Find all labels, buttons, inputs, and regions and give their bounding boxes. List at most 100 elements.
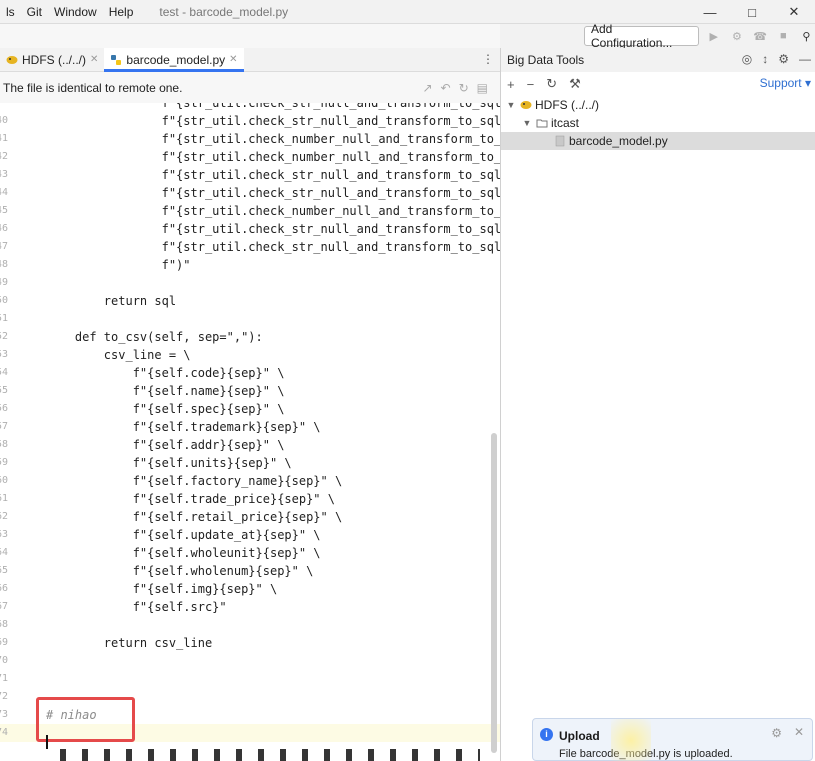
code-line[interactable]: 42 f"{str_util.check_number_null_and_tra… bbox=[0, 148, 500, 166]
code-line[interactable]: 58 f"{self.addr}{sep}" \ bbox=[0, 436, 500, 454]
tab-hdfs[interactable]: HDFS (../../) ✕ bbox=[0, 48, 104, 71]
wrench-icon[interactable]: ⚒ bbox=[569, 76, 581, 92]
code-line[interactable]: 46 f"{str_util.check_str_null_and_transf… bbox=[0, 220, 500, 238]
code-line[interactable]: 43 f"{str_util.check_str_null_and_transf… bbox=[0, 166, 500, 184]
close-window-button[interactable]: ✕ bbox=[773, 0, 815, 24]
close-tab-icon[interactable]: ✕ bbox=[90, 54, 98, 65]
code-line[interactable]: 48 f")" bbox=[0, 256, 500, 274]
code-text: f")" bbox=[46, 258, 191, 272]
tree-item-itcast[interactable]: ▼ itcast bbox=[501, 114, 815, 132]
code-line[interactable]: 55 f"{self.name}{sep}" \ bbox=[0, 382, 500, 400]
coverage-icon[interactable]: ☎ bbox=[752, 30, 769, 43]
gear-icon[interactable]: ⚙ bbox=[771, 726, 782, 740]
line-number: 53 bbox=[0, 349, 8, 360]
code-line[interactable]: 47 f"{str_util.check_str_null_and_transf… bbox=[0, 238, 500, 256]
line-number: 65 bbox=[0, 565, 8, 576]
collapse-icon[interactable]: ↕ bbox=[762, 52, 768, 66]
search-icon[interactable]: ⚲ bbox=[798, 30, 815, 43]
refresh-icon[interactable]: ↻ bbox=[459, 81, 469, 95]
code-text: f"{str_util.check_str_null_and_transform… bbox=[161, 168, 500, 182]
code-line[interactable]: 68 bbox=[0, 616, 500, 634]
line-number: 55 bbox=[0, 385, 8, 396]
code-line[interactable]: 41 f"{str_util.check_number_null_and_tra… bbox=[0, 130, 500, 148]
line-number: 59 bbox=[0, 457, 8, 468]
code-text: f"{self.addr}{sep}" \ bbox=[46, 438, 285, 452]
tab-label: barcode_model.py bbox=[126, 52, 226, 67]
code-line[interactable]: 62 f"{self.retail_price}{sep}" \ bbox=[0, 508, 500, 526]
bdt-title: Big Data Tools bbox=[507, 53, 585, 67]
code-line[interactable]: 56 f"{self.spec}{sep}" \ bbox=[0, 400, 500, 418]
revert-icon[interactable]: ↶ bbox=[441, 81, 451, 95]
code-line[interactable]: 70 bbox=[0, 652, 500, 670]
line-number: 60 bbox=[0, 475, 8, 486]
minimize-button[interactable]: — bbox=[689, 0, 731, 24]
run-toolbar: Add Configuration... ▶ ⚙ ☎ ■ ⚲ bbox=[500, 22, 815, 50]
code-line[interactable]: 40 f"{str_util.check_str_null_and_transf… bbox=[0, 112, 500, 130]
code-line[interactable]: 53 csv_line = \ bbox=[0, 346, 500, 364]
code-line[interactable]: 65 f"{self.wholenum}{sep}" \ bbox=[0, 562, 500, 580]
code-line[interactable]: 61 f"{self.trade_price}{sep}" \ bbox=[0, 490, 500, 508]
more-tabs-icon[interactable]: ⋮ bbox=[482, 52, 494, 66]
stop-icon[interactable]: ■ bbox=[775, 30, 792, 42]
hide-icon[interactable]: — bbox=[799, 52, 811, 66]
code-line[interactable]: 50 return sql bbox=[0, 292, 500, 310]
upload-notification[interactable]: i Upload File barcode_model.py is upload… bbox=[532, 718, 813, 761]
tab-barcode-model[interactable]: barcode_model.py ✕ bbox=[104, 48, 244, 72]
line-number: 67 bbox=[0, 601, 8, 612]
code-text: f"{self.update_at}{sep}" \ bbox=[46, 528, 321, 542]
add-icon[interactable]: + bbox=[507, 77, 515, 92]
code-line[interactable]: 63 f"{self.update_at}{sep}" \ bbox=[0, 526, 500, 544]
gear-icon[interactable]: ⚙ bbox=[778, 52, 789, 66]
code-line[interactable]: f"{str_util.check_str_null_and_transform… bbox=[0, 103, 500, 112]
tab-label: HDFS (../../) bbox=[22, 52, 86, 67]
compare-icon[interactable]: ▤ bbox=[477, 81, 488, 95]
chevron-down-icon[interactable]: ▼ bbox=[505, 100, 517, 110]
code-line[interactable]: 54 f"{self.code}{sep}" \ bbox=[0, 364, 500, 382]
add-configuration-button[interactable]: Add Configuration... bbox=[584, 22, 700, 50]
run-icon[interactable]: ▶ bbox=[705, 30, 722, 43]
tree-item-hdfs[interactable]: ▼ HDFS (../../) bbox=[501, 96, 815, 114]
editor-scrollbar[interactable] bbox=[491, 433, 497, 753]
line-number: 40 bbox=[0, 115, 8, 126]
code-line[interactable]: 57 f"{self.trademark}{sep}" \ bbox=[0, 418, 500, 436]
line-number: 42 bbox=[0, 151, 8, 162]
menu-tools[interactable]: ls bbox=[0, 5, 21, 19]
code-line[interactable]: 71 bbox=[0, 670, 500, 688]
menu-help[interactable]: Help bbox=[103, 5, 140, 19]
hdfs-icon bbox=[6, 55, 18, 64]
debug-icon[interactable]: ⚙ bbox=[728, 30, 745, 43]
menu-git[interactable]: Git bbox=[21, 5, 48, 19]
code-line[interactable]: 66 f"{self.img}{sep}" \ bbox=[0, 580, 500, 598]
line-number: 46 bbox=[0, 223, 8, 234]
code-line[interactable]: 69 return csv_line bbox=[0, 634, 500, 652]
code-line[interactable]: 51 bbox=[0, 310, 500, 328]
code-line[interactable]: 60 f"{self.factory_name}{sep}" \ bbox=[0, 472, 500, 490]
line-number: 56 bbox=[0, 403, 8, 414]
code-line[interactable]: 67 f"{self.src}" bbox=[0, 598, 500, 616]
code-line[interactable]: 49 bbox=[0, 274, 500, 292]
code-line[interactable]: 44 f"{str_util.check_str_null_and_transf… bbox=[0, 184, 500, 202]
code-line[interactable]: 59 f"{self.units}{sep}" \ bbox=[0, 454, 500, 472]
code-text: f"{self.img}{sep}" \ bbox=[46, 582, 278, 596]
line-number: 50 bbox=[0, 295, 8, 306]
code-text: def to_csv(self, sep=","): bbox=[46, 330, 263, 344]
close-icon[interactable]: ✕ bbox=[794, 725, 804, 739]
close-tab-icon[interactable]: ✕ bbox=[229, 54, 237, 65]
code-line[interactable]: 52 def to_csv(self, sep=","): bbox=[0, 328, 500, 346]
code-line[interactable]: 64 f"{self.wholeunit}{sep}" \ bbox=[0, 544, 500, 562]
code-editor[interactable]: f"{str_util.check_str_null_and_transform… bbox=[0, 103, 500, 761]
upload-icon[interactable]: ↗ bbox=[422, 81, 432, 95]
tree-item-barcode-model[interactable]: barcode_model.py bbox=[501, 132, 815, 150]
refresh-icon[interactable]: ↻ bbox=[546, 76, 557, 92]
chevron-down-icon[interactable]: ▼ bbox=[521, 118, 533, 128]
line-number: 41 bbox=[0, 133, 8, 144]
target-icon[interactable]: ◎ bbox=[742, 52, 752, 66]
code-text: f"{str_util.check_str_null_and_transform… bbox=[161, 186, 500, 200]
remove-icon[interactable]: − bbox=[527, 77, 535, 92]
menu-window[interactable]: Window bbox=[48, 5, 103, 19]
maximize-button[interactable]: □ bbox=[731, 0, 773, 24]
code-line[interactable]: 45 f"{str_util.check_number_null_and_tra… bbox=[0, 202, 500, 220]
support-dropdown[interactable]: Support ▾ bbox=[760, 76, 811, 90]
line-number: 45 bbox=[0, 205, 8, 216]
line-number: 61 bbox=[0, 493, 8, 504]
